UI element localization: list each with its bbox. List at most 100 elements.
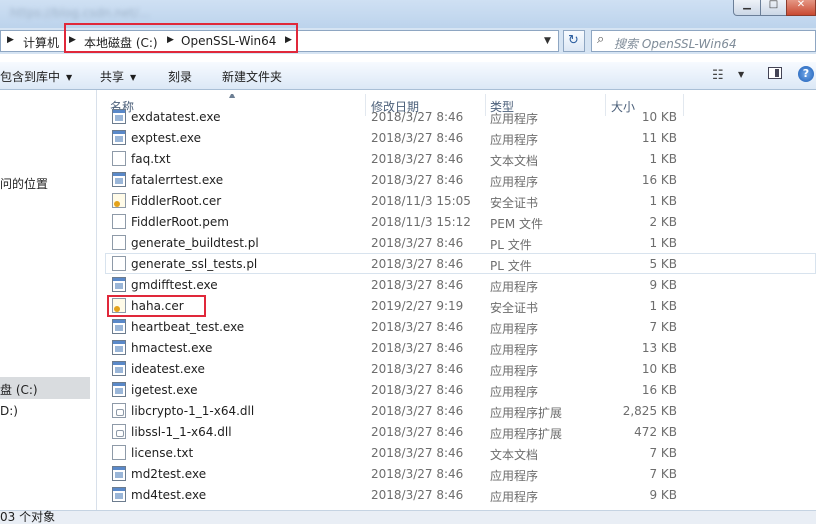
share-button[interactable]: 共享 ▼ [100, 68, 136, 85]
file-size: 1 KB [649, 299, 677, 313]
close-button[interactable]: ✕ [786, 0, 816, 16]
breadcrumb-arrow-icon[interactable]: ▶ [7, 35, 14, 45]
file-name: libssl-1_1-x64.dll [131, 425, 232, 439]
burn-button[interactable]: 刻录 [168, 68, 192, 85]
file-size: 10 KB [641, 362, 677, 376]
breadcrumb-computer[interactable]: 计算机 [23, 34, 59, 51]
file-row[interactable]: heartbeat_test.exe 2018/3/27 8:46 应用程序 7 KB [105, 316, 816, 337]
file-size: 1 KB [649, 236, 677, 250]
application-icon [112, 340, 126, 355]
file-list: ▲ 名称 修改日期 类型 大小 exdatatest.exe 2018/3/27 … [105, 94, 816, 510]
nav-item-drive-d[interactable]: D:) [0, 404, 18, 418]
file-type: 应用程序扩展 [490, 406, 563, 420]
file-date: 2018/3/27 8:46 [371, 173, 464, 187]
file-name: FiddlerRoot.pem [131, 215, 229, 229]
file-date: 2018/3/27 8:46 [371, 110, 464, 124]
file-size: 9 KB [649, 488, 677, 502]
file-name: FiddlerRoot.cer [131, 194, 222, 208]
file-type: 应用程序 [490, 343, 539, 357]
file-type: 应用程序 [490, 385, 539, 399]
application-icon [112, 361, 126, 376]
file-row[interactable]: FiddlerRoot.pem 2018/11/3 15:12 PEM 文件 2 KB [105, 211, 816, 232]
nav-item-local-disk[interactable]: 盘 (C:) [0, 381, 38, 398]
include-in-library-button[interactable]: 包含到库中 ▼ [0, 68, 72, 85]
file-row[interactable]: hmactest.exe 2018/3/27 8:46 应用程序 13 KB [105, 337, 816, 358]
refresh-button[interactable]: ↻ [563, 30, 585, 52]
file-type: 应用程序扩展 [490, 427, 563, 441]
file-name: igetest.exe [131, 383, 198, 397]
file-row[interactable]: haha.cer 2019/2/27 9:19 安全证书 1 KB [105, 295, 816, 316]
file-date: 2018/3/27 8:46 [371, 257, 464, 271]
application-icon [112, 130, 126, 145]
file-name: ideatest.exe [131, 362, 205, 376]
new-folder-button[interactable]: 新建文件夹 [222, 68, 282, 85]
dll-icon [112, 403, 126, 418]
file-name: generate_ssl_tests.pl [131, 257, 258, 271]
share-label: 共享 [100, 70, 125, 84]
file-row[interactable]: FiddlerRoot.cer 2018/11/3 15:05 安全证书 1 KB [105, 190, 816, 211]
file-size: 9 KB [649, 278, 677, 292]
document-icon [112, 256, 126, 271]
file-row[interactable]: faq.txt 2018/3/27 8:46 文本文档 1 KB [105, 148, 816, 169]
file-size: 472 KB [634, 425, 677, 439]
dll-icon [112, 424, 126, 439]
file-row[interactable]: generate_buildtest.pl 2018/3/27 8:46 PL 文件… [105, 232, 816, 253]
address-history-dropdown-icon[interactable]: ▼ [544, 36, 551, 46]
file-row[interactable]: libcrypto-1_1-x64.dll 2018/3/27 8:46 应用程序扩… [105, 400, 816, 421]
file-row[interactable]: generate_ssl_tests.pl 2018/3/27 8:46 PL 文件… [105, 253, 816, 274]
file-row[interactable]: gmdifftest.exe 2018/3/27 8:46 应用程序 9 KB [105, 274, 816, 295]
file-type: PL 文件 [490, 238, 532, 252]
file-date: 2018/3/27 8:46 [371, 425, 464, 439]
file-name: hmactest.exe [131, 341, 213, 355]
file-date: 2018/3/27 8:46 [371, 320, 464, 334]
file-row[interactable]: exptest.exe 2018/3/27 8:46 应用程序 11 KB [105, 127, 816, 148]
file-size: 7 KB [649, 467, 677, 481]
file-size: 1 KB [649, 194, 677, 208]
view-options-icon[interactable]: ☷ [712, 68, 724, 83]
file-row[interactable]: igetest.exe 2018/3/27 8:46 应用程序 16 KB [105, 379, 816, 400]
file-name: faq.txt [131, 152, 171, 166]
file-size: 2,825 KB [622, 404, 677, 418]
search-icon: ⌕ [597, 32, 605, 47]
help-icon[interactable]: ? [798, 66, 814, 82]
file-name: exptest.exe [131, 131, 202, 145]
chevron-down-icon: ▼ [130, 73, 137, 82]
file-row[interactable]: fatalerrtest.exe 2018/3/27 8:46 应用程序 16 KB [105, 169, 816, 190]
file-name: generate_buildtest.pl [131, 236, 259, 250]
file-name: md2test.exe [131, 467, 207, 481]
file-size: 7 KB [649, 446, 677, 460]
file-type: 安全证书 [490, 301, 539, 315]
minimize-button[interactable]: ▁ [733, 0, 761, 16]
file-type: 安全证书 [490, 196, 539, 210]
item-count: 03 个对象 [0, 510, 56, 524]
file-type: 应用程序 [490, 175, 539, 189]
nav-item-recent-places[interactable]: 问的位置 [0, 175, 48, 192]
file-row[interactable]: md4test.exe 2018/3/27 8:46 应用程序 9 KB [105, 484, 816, 505]
file-name: libcrypto-1_1-x64.dll [131, 404, 255, 418]
chevron-down-icon[interactable]: ▼ [738, 70, 744, 79]
search-input[interactable]: ⌕ 搜索 OpenSSL-Win64 [591, 30, 816, 52]
file-row[interactable]: md2test.exe 2018/3/27 8:46 应用程序 7 KB [105, 463, 816, 484]
file-name: heartbeat_test.exe [131, 320, 245, 334]
file-type: 应用程序 [490, 490, 539, 504]
file-type: 应用程序 [490, 112, 539, 126]
application-icon [112, 109, 126, 124]
certificate-icon [112, 193, 126, 208]
file-row[interactable]: license.txt 2018/3/27 8:46 文本文档 7 KB [105, 442, 816, 463]
file-type: 应用程序 [490, 322, 539, 336]
application-icon [112, 487, 126, 502]
file-size: 10 KB [641, 110, 677, 124]
file-row[interactable]: exdatatest.exe 2018/3/27 8:46 应用程序 10 KB [105, 106, 816, 127]
file-type: 应用程序 [490, 364, 539, 378]
preview-pane-icon[interactable] [768, 67, 782, 79]
file-row[interactable]: ideatest.exe 2018/3/27 8:46 应用程序 10 KB [105, 358, 816, 379]
maximize-button[interactable]: □ [760, 0, 787, 16]
file-row[interactable]: libssl-1_1-x64.dll 2018/3/27 8:46 应用程序扩展 47… [105, 421, 816, 442]
file-type: 应用程序 [490, 280, 539, 294]
application-icon [112, 319, 126, 334]
file-date: 2018/3/27 8:46 [371, 278, 464, 292]
file-rows: exdatatest.exe 2018/3/27 8:46 应用程序 10 KB exp… [105, 106, 816, 505]
file-date: 2018/3/27 8:46 [371, 404, 464, 418]
minimize-icon: ▁ [743, 0, 751, 10]
file-type: PL 文件 [490, 259, 532, 273]
